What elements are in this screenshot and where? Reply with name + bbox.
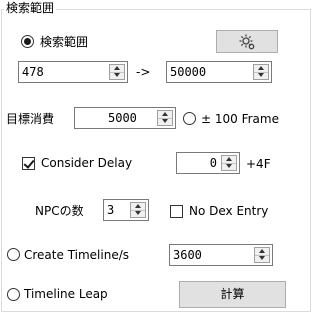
target-consumption-value[interactable]: 5000 bbox=[108, 111, 153, 126]
spin-down-arrow-icon[interactable] bbox=[110, 72, 124, 79]
groupbox-title: 検索範囲 bbox=[4, 0, 57, 16]
range-start-value[interactable]: 478 bbox=[22, 65, 105, 80]
gear-icon bbox=[239, 34, 255, 50]
timeline-leap-radio[interactable] bbox=[7, 288, 20, 301]
consider-delay-checkbox[interactable] bbox=[22, 157, 35, 170]
frame-range-label[interactable]: ± 100 Frame bbox=[201, 111, 279, 127]
target-consumption-spinner[interactable] bbox=[157, 110, 173, 126]
spin-down-arrow-icon[interactable] bbox=[255, 255, 269, 262]
create-timeline-radio[interactable] bbox=[7, 248, 20, 261]
gear-button[interactable] bbox=[216, 30, 278, 53]
npc-count-value[interactable]: 3 bbox=[107, 203, 126, 218]
create-timeline-label[interactable]: Create Timeline/s bbox=[24, 247, 129, 263]
delay-spinner[interactable] bbox=[221, 155, 237, 171]
frame-range-radio[interactable] bbox=[183, 112, 196, 125]
spin-down-arrow-icon[interactable] bbox=[131, 210, 145, 217]
npc-count-spinner[interactable] bbox=[130, 202, 146, 218]
create-timeline-spinner[interactable] bbox=[254, 247, 270, 263]
range-start-input[interactable]: 478 bbox=[18, 61, 128, 83]
no-dex-entry-label[interactable]: No Dex Entry bbox=[189, 203, 268, 219]
calculate-button[interactable]: 計算 bbox=[179, 281, 286, 308]
search-range-radio-label[interactable]: 検索範囲 bbox=[40, 34, 88, 50]
create-timeline-value[interactable]: 3600 bbox=[173, 248, 250, 263]
no-dex-entry-checkbox[interactable] bbox=[170, 205, 183, 218]
range-end-spinner[interactable] bbox=[253, 64, 269, 80]
timeline-leap-label[interactable]: Timeline Leap bbox=[24, 286, 108, 302]
range-end-value[interactable]: 50000 bbox=[170, 65, 249, 80]
target-consumption-input[interactable]: 5000 bbox=[74, 107, 176, 129]
spin-down-arrow-icon[interactable] bbox=[158, 118, 172, 125]
range-end-input[interactable]: 50000 bbox=[166, 61, 272, 83]
npc-count-input[interactable]: 3 bbox=[103, 199, 149, 221]
npc-count-label: NPCの数 bbox=[35, 204, 84, 218]
search-range-radio[interactable] bbox=[21, 35, 34, 48]
spin-down-arrow-icon[interactable] bbox=[254, 72, 268, 79]
range-arrow: -> bbox=[136, 65, 151, 79]
delay-input[interactable]: 0 bbox=[176, 152, 240, 174]
delay-suffix: +4F bbox=[246, 157, 271, 171]
create-timeline-input[interactable]: 3600 bbox=[169, 244, 273, 266]
consider-delay-label[interactable]: Consider Delay bbox=[41, 155, 132, 171]
target-consumption-label: 目標消費 bbox=[6, 112, 55, 126]
spin-down-arrow-icon[interactable] bbox=[222, 163, 236, 170]
range-start-spinner[interactable] bbox=[109, 64, 125, 80]
delay-value[interactable]: 0 bbox=[180, 156, 217, 171]
